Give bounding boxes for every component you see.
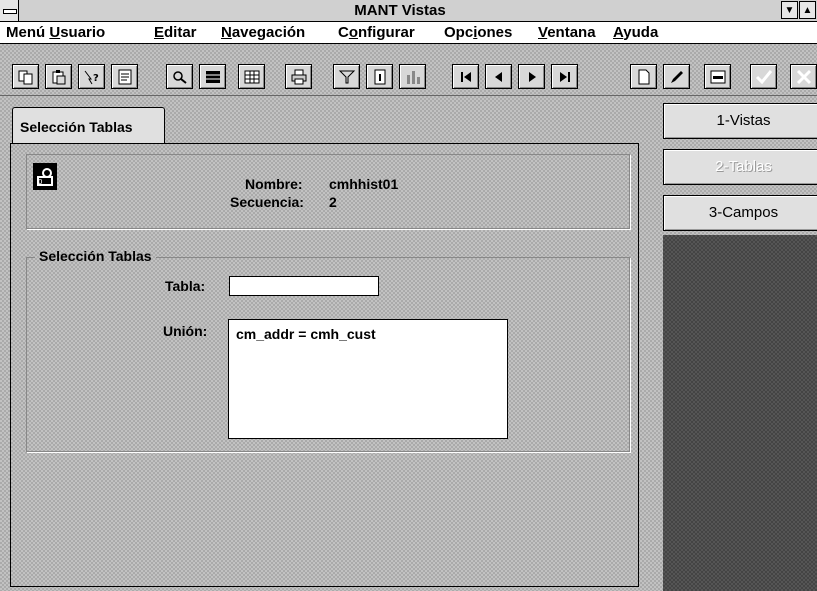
nav-tablas-button: 2-Tablas <box>663 149 817 185</box>
window-title: MANT Vistas <box>354 2 446 19</box>
prev-record-icon[interactable] <box>485 64 512 89</box>
right-panel-background <box>663 235 817 591</box>
grid-icon[interactable] <box>199 64 226 89</box>
print-icon[interactable] <box>285 64 312 89</box>
union-textarea[interactable]: cm_addr = cmh_cust <box>228 319 508 439</box>
next-record-icon[interactable] <box>518 64 545 89</box>
find-icon[interactable] <box>166 64 193 89</box>
nombre-label: Nombre: <box>245 176 303 192</box>
chart-icon[interactable] <box>399 64 426 89</box>
menu-ayuda[interactable]: Ayuda <box>613 22 658 43</box>
help-icon[interactable]: ? <box>78 64 105 89</box>
toolbar: ? <box>0 45 817 96</box>
nav-campos-button[interactable]: 3-Campos <box>663 195 817 231</box>
delete-icon[interactable] <box>704 64 731 89</box>
info-group <box>26 154 630 229</box>
table-key-icon: 0 <box>33 163 57 190</box>
secuencia-value: 2 <box>329 194 337 210</box>
tabla-label: Tabla: <box>165 278 206 294</box>
maximize-button[interactable]: ▲ <box>799 1 816 19</box>
secuencia-label: Secuencia: <box>230 194 304 210</box>
menu-usuario[interactable]: Menú Usuario <box>6 22 105 43</box>
nav-vistas-button[interactable]: 1-Vistas <box>663 103 817 139</box>
paste-icon[interactable] <box>45 64 72 89</box>
info-icon[interactable] <box>366 64 393 89</box>
new-record-icon[interactable] <box>630 64 657 89</box>
filter-icon[interactable] <box>333 64 360 89</box>
first-record-icon[interactable] <box>452 64 479 89</box>
table-icon[interactable] <box>238 64 265 89</box>
menu-editar[interactable]: Editar <box>154 22 197 43</box>
svg-text:0: 0 <box>38 178 42 186</box>
menu-configurar[interactable]: Configurar <box>338 22 415 43</box>
notes-icon[interactable] <box>111 64 138 89</box>
svg-text:?: ? <box>93 73 99 84</box>
minimize-button[interactable]: ▼ <box>781 1 798 19</box>
edit-icon[interactable] <box>663 64 690 89</box>
selection-group-title: Selección Tablas <box>35 248 156 264</box>
nombre-value: cmhhist01 <box>329 176 399 192</box>
cancel-icon[interactable] <box>790 64 817 89</box>
accept-icon[interactable] <box>750 64 777 89</box>
menu-ventana[interactable]: Ventana <box>538 22 596 43</box>
tabla-input[interactable] <box>229 276 379 296</box>
menu-navegacion[interactable]: Navegación <box>221 22 305 43</box>
title-bar: MANT Vistas ▼ ▲ <box>0 0 817 22</box>
system-menu-button[interactable] <box>0 0 19 21</box>
last-record-icon[interactable] <box>551 64 578 89</box>
menu-opciones[interactable]: Opciones <box>444 22 512 43</box>
union-label: Unión: <box>163 323 208 339</box>
tab-label: Selección Tablas <box>20 119 133 135</box>
tab-seleccion-tablas[interactable]: Selección Tablas <box>12 107 165 145</box>
copy-icon[interactable] <box>12 64 39 89</box>
menu-bar: Menú Usuario Editar Navegación Configura… <box>0 22 817 44</box>
